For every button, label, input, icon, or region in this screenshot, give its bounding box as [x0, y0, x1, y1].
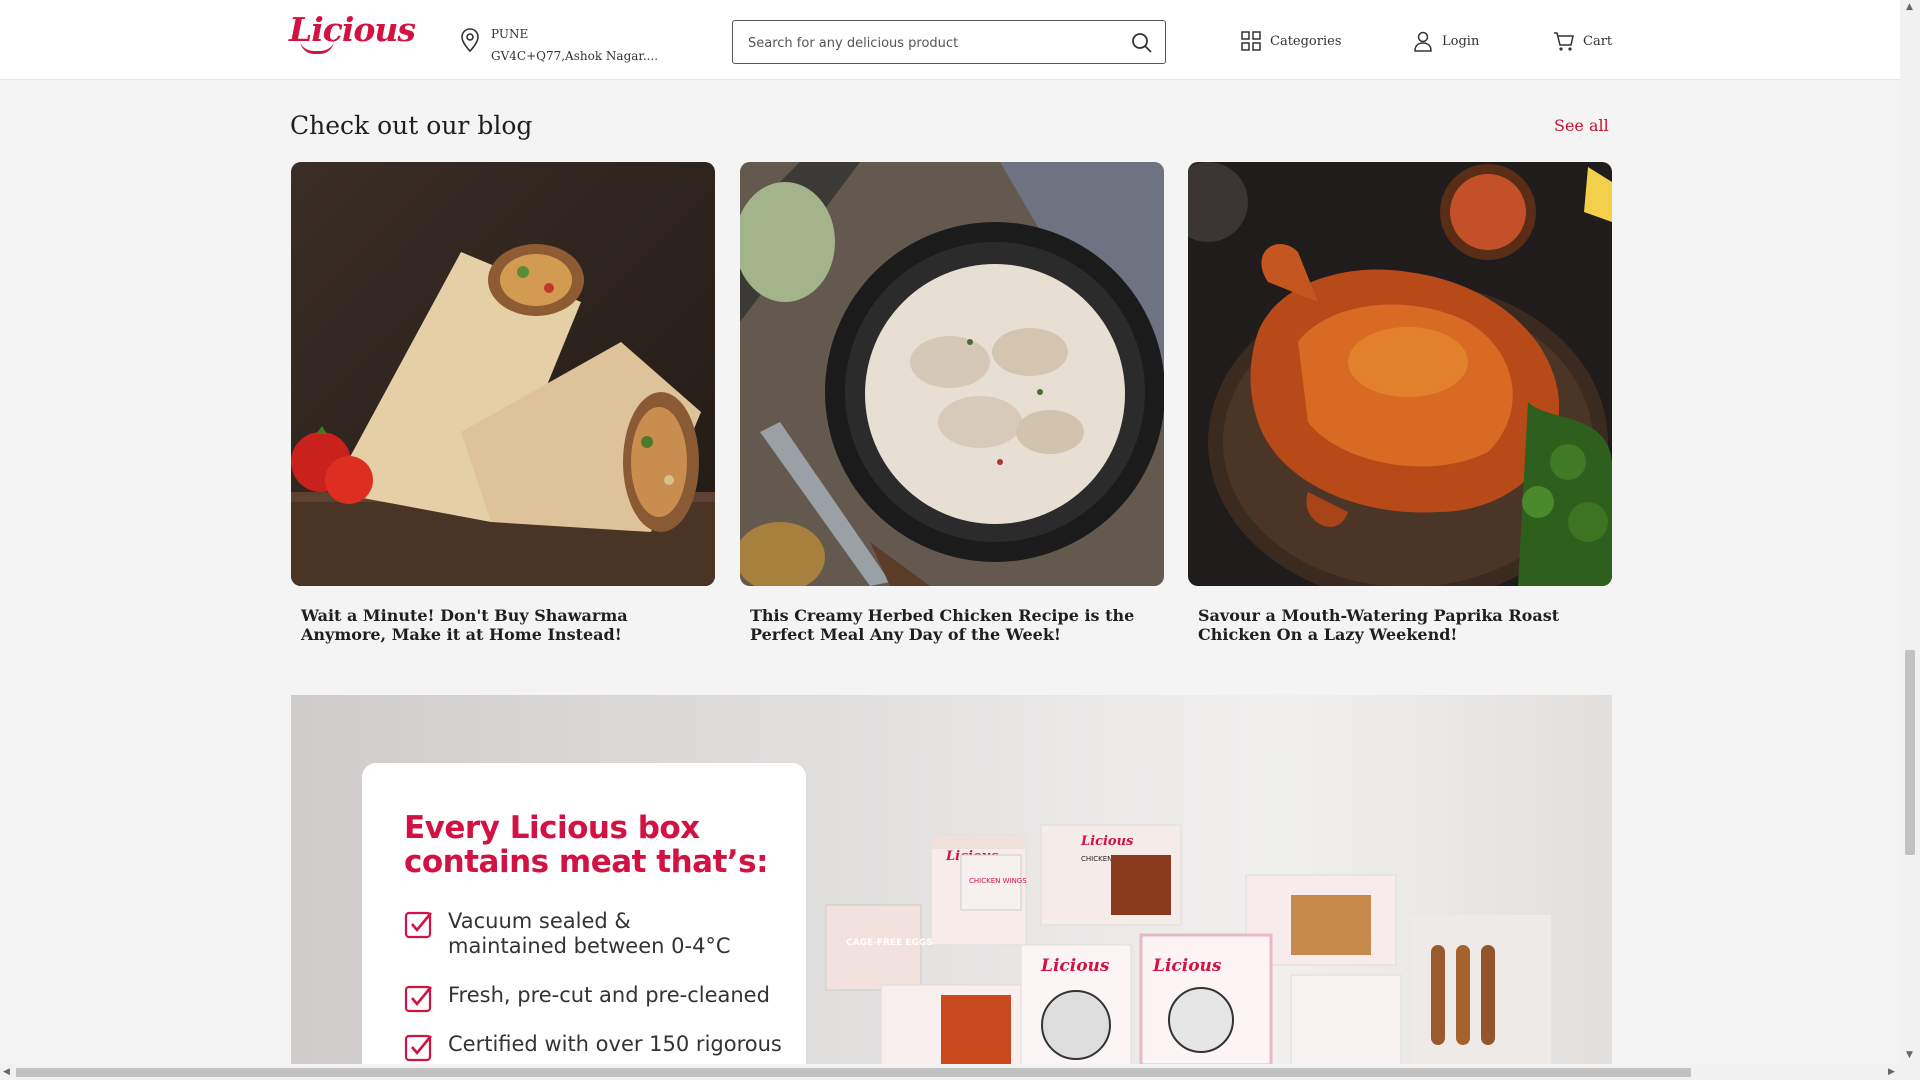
blog-card-creamy-chicken[interactable]: This Creamy Herbed Chicken Recipe is the… — [740, 162, 1164, 644]
search-input[interactable] — [748, 33, 1118, 53]
banner-heading: Every Licious box contains meat that’s: — [404, 810, 769, 880]
scroll-down-arrow-icon[interactable]: ▼ — [1906, 1050, 1913, 1060]
scroll-right-arrow-icon[interactable]: ▶ — [1888, 1067, 1895, 1077]
vertical-scrollbar[interactable]: ▲ ▼ — [1900, 0, 1920, 1080]
box-label: Licious — [1040, 956, 1110, 976]
licious-product-boxes-illustration: Licious Licious CHICKEN TANDOOR CHICKEN … — [825, 824, 1551, 1065]
blog-section-title: Check out our blog — [290, 111, 533, 140]
checkbox-check-icon — [404, 985, 433, 1013]
user-icon — [1414, 31, 1432, 52]
box-label: Licious — [1080, 834, 1134, 849]
cart-icon — [1554, 32, 1574, 51]
checkbox-check-icon — [404, 1034, 433, 1062]
categories-grid-icon — [1241, 31, 1261, 51]
checkbox-check-icon — [404, 911, 433, 939]
box-label: CHICKEN WINGS — [969, 877, 1027, 885]
nav-categories[interactable]: Categories — [1240, 30, 1342, 52]
box-label: CAGE-FREE EGGS — [846, 938, 933, 948]
blog-card-title[interactable]: Savour a Mouth-Watering Paprika Roast Ch… — [1188, 606, 1612, 644]
nav-cart-label: Cart — [1583, 33, 1613, 49]
site-header: Licious PUNE GV4C+Q77,Ashok Nagar.... Ca… — [0, 0, 1900, 80]
nav-categories-label: Categories — [1270, 33, 1342, 49]
nav-login-label: Login — [1442, 33, 1480, 49]
blog-card-title[interactable]: Wait a Minute! Don't Buy Shawarma Anymor… — [291, 606, 715, 644]
box-label: Licious — [1152, 956, 1222, 976]
location-pin-icon[interactable] — [460, 28, 480, 52]
blog-card-title[interactable]: This Creamy Herbed Chicken Recipe is the… — [740, 606, 1164, 644]
banner-feature-text: Fresh, pre-cut and pre-cleaned — [448, 983, 770, 1007]
search-icon[interactable] — [1131, 32, 1153, 54]
horizontal-scrollbar-thumb[interactable] — [16, 1068, 1691, 1077]
paprika-roast-chicken-photo[interactable] — [1188, 162, 1612, 586]
scroll-left-arrow-icon[interactable]: ◀ — [3, 1067, 10, 1077]
nav-login[interactable]: Login — [1412, 30, 1479, 52]
banner-feature: Fresh, pre-cut and pre-cleaned — [404, 983, 770, 1013]
blog-card-paprika-chicken[interactable]: Savour a Mouth-Watering Paprika Roast Ch… — [1188, 162, 1612, 644]
blog-card-shawarma[interactable]: Wait a Minute! Don't Buy Shawarma Anymor… — [291, 162, 715, 644]
search-box[interactable] — [732, 20, 1166, 64]
see-all-link[interactable]: See all — [1554, 116, 1609, 135]
vertical-scrollbar-thumb[interactable] — [1905, 650, 1915, 855]
logo-smile-mark — [300, 40, 334, 54]
licious-box-banner[interactable]: Every Licious box contains meat that’s: … — [291, 695, 1612, 1065]
banner-feature: Vacuum sealed & maintained between 0-4°C — [404, 909, 748, 959]
banner-feature-text: Certified with over 150 rigorous — [448, 1032, 782, 1056]
creamy-chicken-skillet-photo[interactable] — [740, 162, 1164, 586]
scroll-up-arrow-icon[interactable]: ▲ — [1906, 2, 1913, 12]
shawarma-wrap-photo[interactable] — [291, 162, 715, 586]
banner-feature-text: Vacuum sealed & maintained between 0-4°C — [448, 909, 731, 958]
banner-feature: Certified with over 150 rigorous — [404, 1032, 782, 1062]
nav-cart[interactable]: Cart — [1553, 30, 1612, 52]
banner-info-card: Every Licious box contains meat that’s: … — [362, 763, 806, 1065]
location-address[interactable]: GV4C+Q77,Ashok Nagar.... — [491, 49, 658, 63]
horizontal-scrollbar[interactable]: ◀ ▶ — [0, 1064, 1900, 1080]
location-city[interactable]: PUNE — [491, 27, 528, 41]
